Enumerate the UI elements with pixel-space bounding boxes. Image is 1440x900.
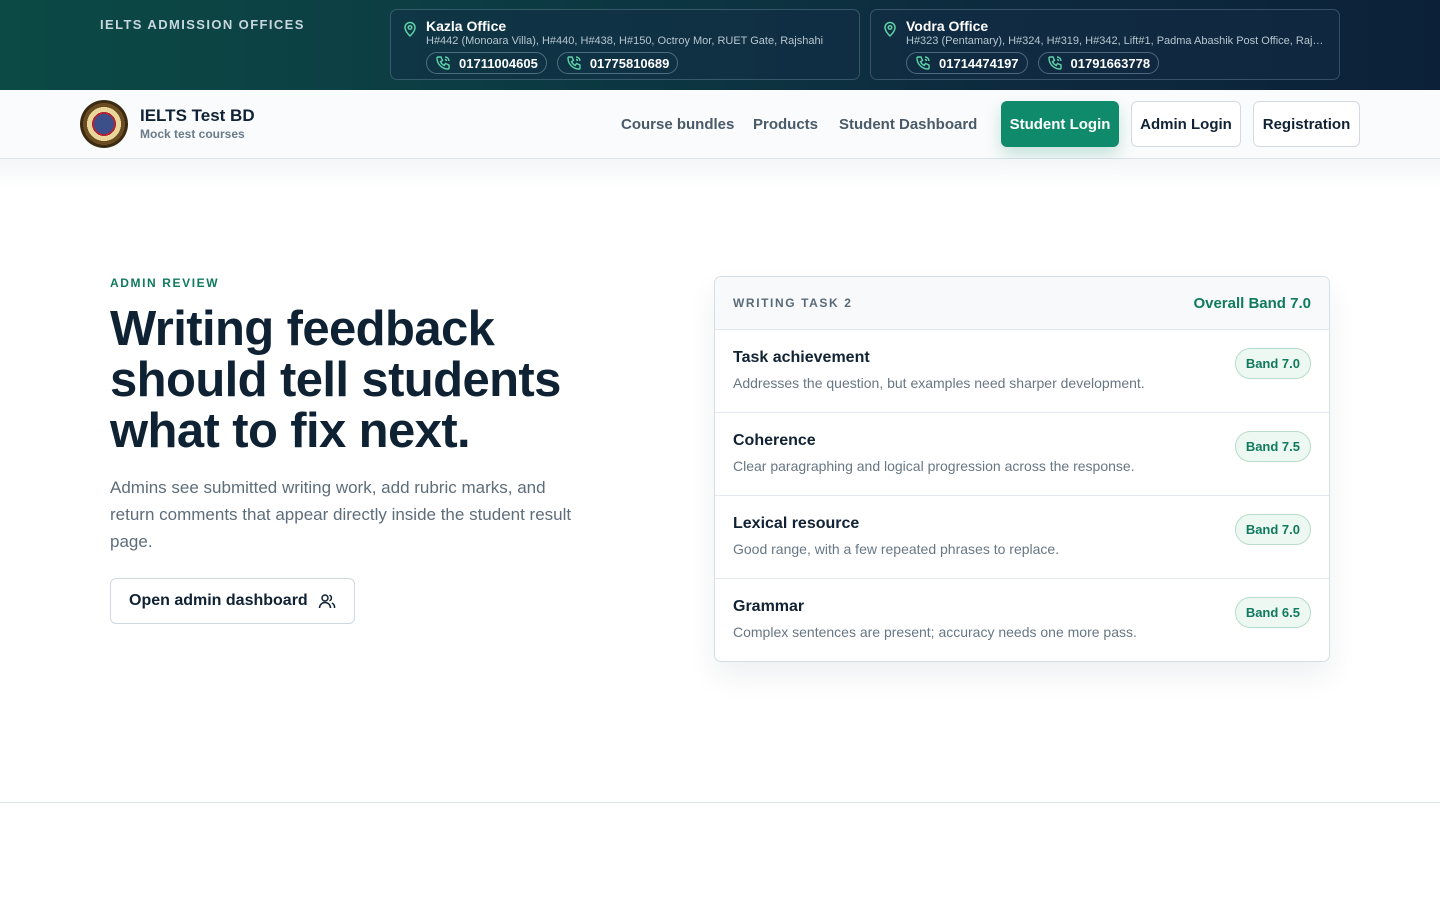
criterion-row: Coherence Clear paragraphing and logical…: [715, 413, 1329, 496]
map-pin-icon: [404, 21, 416, 37]
phone-icon: [567, 56, 581, 70]
card-header: WRITING TASK 2 Overall Band 7.0: [715, 277, 1329, 330]
phone-number: 01775810689: [589, 55, 670, 71]
hero-eyebrow: ADMIN REVIEW: [110, 276, 220, 290]
office-card-kazla: Kazla Office H#442 (Monoara Villa), H#44…: [390, 9, 860, 80]
band-badge: Band 6.5: [1234, 597, 1311, 628]
phone-link[interactable]: 01711004605: [426, 52, 547, 74]
overall-band: Overall Band 7.0: [1193, 294, 1311, 312]
brand-name[interactable]: IELTS Test BD: [140, 106, 255, 126]
brand-subtitle: Mock test courses: [140, 127, 245, 141]
phone-link[interactable]: 01714474197: [906, 52, 1028, 74]
office-bar: IELTS ADMISSION OFFICES Kazla Office H#4…: [0, 0, 1440, 90]
criterion-name: Coherence: [733, 432, 816, 449]
admin-login-button[interactable]: Admin Login: [1131, 101, 1241, 147]
users-icon: [318, 594, 335, 609]
phone-number: 01791663778: [1070, 55, 1151, 71]
office-name: Vodra Office: [906, 18, 989, 34]
task-label: WRITING TASK 2: [733, 296, 853, 310]
brand-logo[interactable]: [80, 100, 128, 148]
phone-number: 01711004605: [459, 55, 538, 71]
band-badge: Band 7.0: [1234, 514, 1311, 545]
office-bar-title: IELTS ADMISSION OFFICES: [100, 17, 305, 32]
criterion-desc: Complex sentences are present; accuracy …: [733, 624, 1137, 640]
criterion-row: Lexical resource Good range, with a few …: [715, 496, 1329, 579]
band-badge: Band 7.0: [1234, 348, 1311, 379]
open-admin-dashboard-button[interactable]: Open admin dashboard: [110, 578, 355, 624]
office-card-vodra: Vodra Office H#323 (Pentamary), H#324, H…: [870, 9, 1340, 80]
criterion-row: Task achievement Addresses the question,…: [715, 330, 1329, 413]
nav-link-course-bundles[interactable]: Course bundles: [621, 116, 734, 133]
cta-label: Open admin dashboard: [129, 592, 308, 609]
phone-icon: [436, 56, 450, 70]
criterion-desc: Addresses the question, but examples nee…: [733, 375, 1145, 391]
student-login-button[interactable]: Student Login: [1001, 101, 1119, 147]
phone-icon: [1047, 56, 1062, 70]
registration-button[interactable]: Registration: [1253, 101, 1360, 147]
nav-link-student-dashboard[interactable]: Student Dashboard: [839, 116, 977, 133]
office-name: Kazla Office: [426, 18, 507, 34]
office-address: H#442 (Monoara Villa), H#440, H#438, H#1…: [426, 35, 824, 47]
nav-shadow: [0, 159, 1440, 189]
office-address: H#323 (Pentamary), H#324, H#319, H#342, …: [906, 35, 1324, 47]
phone-icon: [916, 56, 930, 70]
band-badge: Band 7.5: [1234, 431, 1311, 462]
nav-link-products[interactable]: Products: [753, 116, 818, 133]
section-divider: [0, 802, 1440, 803]
main-nav: IELTS Test BD Mock test courses Course b…: [0, 90, 1440, 159]
hero-lead: Admins see submitted writing work, add r…: [110, 478, 572, 551]
criterion-name: Task achievement: [733, 349, 870, 366]
phone-number: 01714474197: [939, 55, 1019, 71]
criterion-row: Grammar Complex sentences are present; a…: [715, 579, 1329, 661]
criterion-name: Grammar: [733, 598, 805, 615]
criterion-desc: Good range, with a few repeated phrases …: [733, 541, 1060, 557]
phone-link[interactable]: 01775810689: [556, 52, 679, 74]
criterion-name: Lexical resource: [733, 515, 860, 532]
criterion-desc: Clear paragraphing and logical progressi…: [733, 458, 1135, 474]
map-pin-icon: [884, 21, 896, 37]
writing-feedback-card: WRITING TASK 2 Overall Band 7.0 Task ach…: [714, 276, 1330, 662]
phone-link[interactable]: 01791663778: [1037, 52, 1160, 74]
hero-headline: Writing feedback should tell students wh…: [110, 302, 561, 458]
